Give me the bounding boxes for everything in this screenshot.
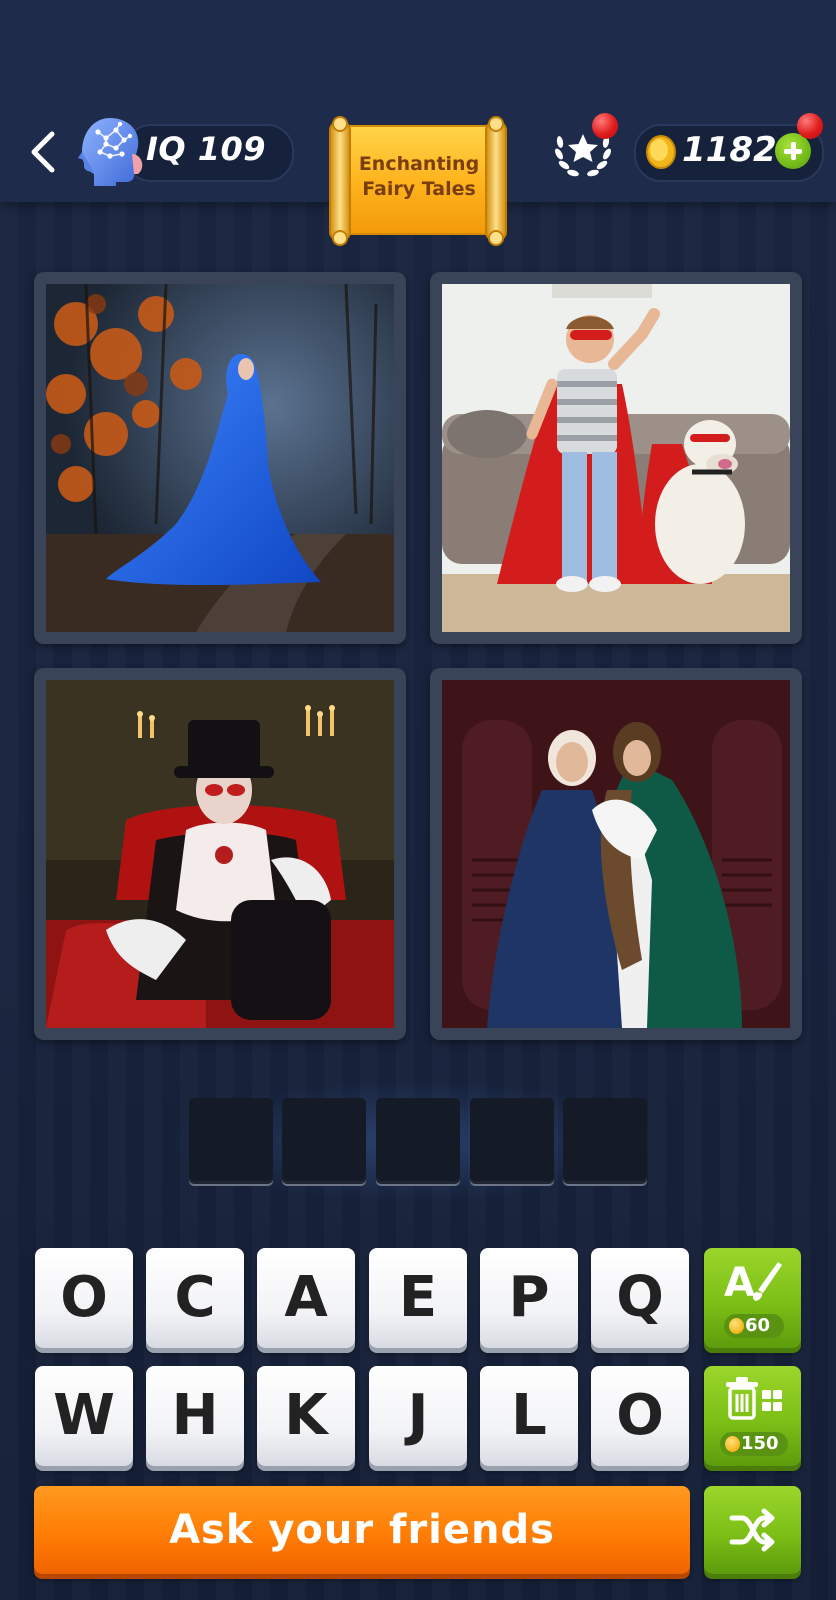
ask-friends-button[interactable]: Ask your friends [34,1486,690,1574]
answer-slot[interactable] [563,1098,647,1184]
photo-woman-blue-cloak [46,284,394,632]
shuffle-icon [729,1508,775,1552]
photo-tile[interactable] [430,668,802,1040]
letter-key[interactable]: A [257,1248,355,1348]
letter-key[interactable]: E [369,1248,467,1348]
coin-count: 1182 [682,130,777,170]
answer-slot[interactable] [470,1098,554,1184]
svg-text:A: A [724,1260,755,1306]
back-arrow-icon[interactable] [26,128,62,176]
hint-cost: 60 [724,1314,784,1338]
hint-cost-value: 150 [741,1433,779,1454]
coin-icon [646,135,676,169]
photo-tile[interactable] [34,272,406,644]
answer-slot[interactable] [189,1098,273,1184]
iq-score: IQ 109 [146,130,267,168]
letter-brush-icon: A [724,1260,782,1306]
hint-cost: 150 [720,1432,788,1456]
photo-vampire-red-cape [46,680,394,1028]
notification-dot [797,113,823,139]
letter-key[interactable]: O [35,1248,133,1348]
letter-key[interactable]: L [480,1366,578,1466]
letter-key[interactable]: J [369,1366,467,1466]
category-title: Enchanting Fairy Tales [344,152,494,202]
letter-key[interactable]: W [35,1366,133,1466]
answer-slot[interactable] [282,1098,366,1184]
category-line-1: Enchanting [358,153,480,175]
remove-letters-hint-button[interactable]: 150 [704,1366,801,1466]
photo-tile[interactable] [34,668,406,1040]
reveal-letter-hint-button[interactable]: A 60 [704,1248,801,1348]
shuffle-button[interactable] [704,1486,801,1574]
notification-dot [592,113,618,139]
letter-key[interactable]: C [146,1248,244,1348]
trash-letters-icon [726,1377,782,1420]
answer-slot[interactable] [376,1098,460,1184]
photo-tile[interactable] [430,272,802,644]
hint-cost-value: 60 [745,1315,771,1336]
letter-key[interactable]: Q [591,1248,689,1348]
letter-key[interactable]: O [591,1366,689,1466]
coin-icon [725,1436,740,1452]
letter-key[interactable]: K [257,1366,355,1466]
coin-icon [729,1318,744,1334]
brain-head-icon [78,118,143,186]
photo-boy-dog-red-capes [442,284,790,632]
letter-key[interactable]: P [480,1248,578,1348]
category-line-2: Fairy Tales [362,178,476,200]
photo-two-women-cloaks [442,680,790,1028]
letter-key[interactable]: H [146,1366,244,1466]
